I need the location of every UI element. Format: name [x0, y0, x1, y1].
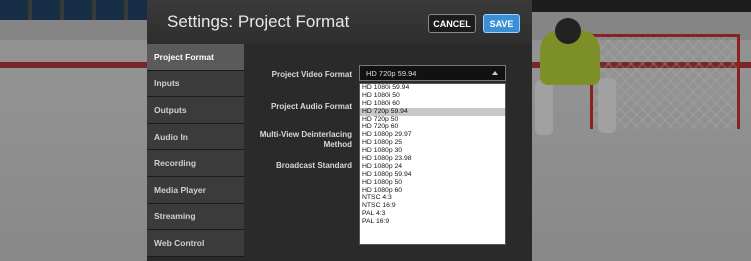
dropdown-option[interactable]: HD 1080p 60: [360, 187, 505, 195]
dropdown-option[interactable]: PAL 16:9: [360, 218, 505, 226]
dropdown-option[interactable]: PAL 4:3: [360, 210, 505, 218]
sidebar-item-web-control[interactable]: Web Control: [147, 230, 244, 257]
dropdown-option[interactable]: NTSC 4:3: [360, 194, 505, 202]
save-button[interactable]: SAVE: [483, 14, 520, 33]
sidebar-item-outputs[interactable]: Outputs: [147, 97, 244, 124]
cancel-button[interactable]: CANCEL: [428, 14, 476, 33]
dropdown-option[interactable]: HD 720p 50: [360, 116, 505, 124]
dropdown-option[interactable]: HD 1080p 24: [360, 163, 505, 171]
settings-dialog: Settings: Project Format CANCEL SAVE Pro…: [147, 0, 532, 261]
dropdown-option[interactable]: NTSC 16:9: [360, 202, 505, 210]
dropdown-option[interactable]: HD 1080i 60: [360, 100, 505, 108]
dropdown-option[interactable]: HD 1080p 29.97: [360, 131, 505, 139]
deinterlace-label-line1: Multi-View Deinterlacing: [259, 130, 352, 139]
dropdown-option[interactable]: HD 1080p 30: [360, 147, 505, 155]
video-format-value: HD 720p 59.94: [366, 68, 417, 78]
deinterlace-label-line2: Method: [323, 140, 352, 149]
dropdown-option[interactable]: HD 1080p 59.94: [360, 171, 505, 179]
dropdown-option[interactable]: HD 1080i 59.94: [360, 84, 505, 92]
settings-sidebar: Project Format Inputs Outputs Audio In R…: [147, 44, 244, 261]
video-format-dropdown: HD 1080i 59.94 HD 1080i 50 HD 1080i 60 H…: [359, 83, 506, 245]
broadcast-standard-label: Broadcast Standard: [275, 161, 352, 170]
dropdown-option[interactable]: HD 1080i 50: [360, 92, 505, 100]
sidebar-item-media-player[interactable]: Media Player: [147, 176, 244, 204]
video-format-label: Project Video Format: [271, 70, 352, 79]
dialog-header: Settings: Project Format CANCEL SAVE: [147, 0, 532, 44]
dropdown-option[interactable]: HD 1080p 50: [360, 179, 505, 187]
chevron-up-icon: [492, 71, 498, 75]
settings-content: Project Video Format Project Audio Forma…: [244, 44, 532, 261]
sidebar-item-streaming[interactable]: Streaming: [147, 203, 244, 231]
video-format-select[interactable]: HD 720p 59.94: [359, 65, 506, 81]
audio-format-label: Project Audio Format: [270, 102, 352, 111]
dropdown-option[interactable]: HD 1080p 23.98: [360, 155, 505, 163]
sidebar-item-project-format[interactable]: Project Format: [147, 44, 244, 71]
sidebar-item-recording[interactable]: Recording: [147, 150, 244, 177]
sidebar-item-audio-in[interactable]: Audio In: [147, 123, 244, 151]
dropdown-option-selected[interactable]: HD 720p 59.94: [360, 107, 505, 116]
dropdown-option[interactable]: HD 1080p 25: [360, 139, 505, 147]
sidebar-item-inputs[interactable]: Inputs: [147, 70, 244, 98]
dropdown-option[interactable]: HD 720p 60: [360, 123, 505, 131]
dialog-title: Settings: Project Format: [167, 12, 350, 31]
